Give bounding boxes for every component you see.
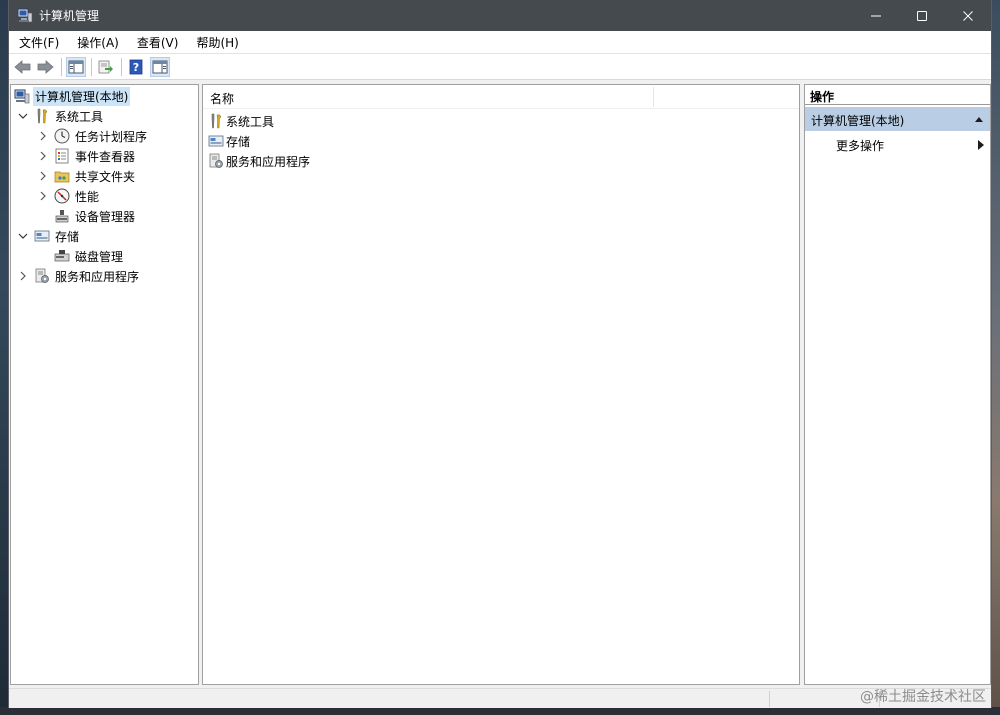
tools-icon <box>37 108 48 124</box>
back-button[interactable] <box>13 57 33 77</box>
chevron-right-icon[interactable] <box>36 189 50 203</box>
shared-folder-icon <box>54 171 70 183</box>
list-item-system-tools[interactable]: 系统工具 <box>208 111 274 131</box>
column-header-row: 名称 <box>203 85 799 109</box>
console-tree-pane[interactable]: 计算机管理(本地) 系统工具 任务计划程序 事件查看器 共享文件夹 性能 设备管… <box>10 84 199 685</box>
tree-item-shared-folders[interactable]: 共享文件夹 <box>36 166 137 186</box>
status-bar <box>9 688 991 708</box>
actions-group-label: 计算机管理(本地) <box>811 114 905 128</box>
forward-icon <box>37 60 54 74</box>
tree-item-root[interactable]: 计算机管理(本地) <box>14 86 131 106</box>
watermark: @稀土掘金技术社区 <box>860 689 986 705</box>
show-hide-action-pane-icon <box>152 60 168 74</box>
show-hide-tree-icon <box>68 60 84 74</box>
tree-item-event-viewer[interactable]: 事件查看器 <box>36 146 137 166</box>
window-title: 计算机管理 <box>39 9 100 23</box>
tree-item-performance[interactable]: 性能 <box>36 186 101 206</box>
list-item-label: 存储 <box>226 134 251 149</box>
computer-management-window: 计算机管理 文件(F) 操作(A) 查看(V) 帮助(H) ? 计算机管理(本地… <box>8 0 992 708</box>
show-hide-action-pane-button[interactable] <box>150 57 170 77</box>
results-pane[interactable]: 名称 系统工具 存储 服务和应用程序 <box>202 84 800 685</box>
export-list-icon <box>98 60 113 74</box>
chevron-right-icon[interactable] <box>36 169 50 183</box>
tree-item-label: 性能 <box>75 189 100 204</box>
tree-item-root-label: 计算机管理(本地) <box>33 86 131 106</box>
collapse-up-icon[interactable] <box>974 115 984 123</box>
tree-item-task-scheduler[interactable]: 任务计划程序 <box>36 126 149 146</box>
more-actions-item[interactable]: 更多操作 <box>805 133 990 155</box>
toolbar-separator <box>121 58 122 76</box>
list-item-label: 服务和应用程序 <box>226 154 311 169</box>
help-button[interactable]: ? <box>126 57 146 77</box>
computer-management-app-icon <box>17 8 33 23</box>
toolbar-separator <box>61 58 62 76</box>
no-expander <box>36 249 50 263</box>
device-manager-icon <box>55 210 69 223</box>
chevron-right-icon[interactable] <box>36 149 50 163</box>
maximize-button[interactable] <box>899 0 945 31</box>
minimize-button[interactable] <box>853 0 899 31</box>
column-header-name[interactable]: 名称 <box>210 90 234 107</box>
desktop-background-bottom <box>0 707 1000 715</box>
tree-item-label: 设备管理器 <box>75 209 136 224</box>
no-expander <box>36 209 50 223</box>
event-viewer-icon <box>55 148 69 164</box>
menu-bar: 文件(F) 操作(A) 查看(V) 帮助(H) <box>9 31 991 54</box>
clock-icon <box>54 128 70 144</box>
chevron-down-icon[interactable] <box>16 109 30 123</box>
chevron-right-icon[interactable] <box>16 269 30 283</box>
close-icon <box>963 10 973 21</box>
list-item-storage[interactable]: 存储 <box>208 131 250 151</box>
menu-help[interactable]: 帮助(H) <box>192 34 242 51</box>
storage-icon <box>208 135 224 147</box>
menu-view[interactable]: 查看(V) <box>133 34 183 51</box>
forward-button[interactable] <box>35 57 55 77</box>
toolbar: ? <box>9 54 991 80</box>
tree-item-label: 任务计划程序 <box>75 129 148 144</box>
services-applications-icon <box>35 268 49 283</box>
close-button[interactable] <box>945 0 991 31</box>
back-icon <box>14 60 31 74</box>
title-bar[interactable]: 计算机管理 <box>9 0 991 31</box>
tree-item-system-tools[interactable]: 系统工具 <box>16 106 105 126</box>
minimize-icon <box>871 15 881 16</box>
chevron-right-icon[interactable] <box>36 129 50 143</box>
tree-item-disk-management[interactable]: 磁盘管理 <box>36 246 125 266</box>
list-item-services-applications[interactable]: 服务和应用程序 <box>208 151 310 171</box>
tree-item-storage[interactable]: 存储 <box>16 226 81 246</box>
performance-icon <box>54 188 70 204</box>
disk-management-icon <box>54 250 70 262</box>
actions-header: 操作 <box>805 85 990 105</box>
tree-item-services-applications[interactable]: 服务和应用程序 <box>16 266 141 286</box>
help-icon: ? <box>129 59 143 75</box>
computer-management-icon <box>14 89 30 104</box>
tools-icon <box>211 113 222 129</box>
services-applications-icon <box>209 153 223 168</box>
storage-icon <box>34 230 50 242</box>
toolbar-separator <box>91 58 92 76</box>
actions-group-computer-management[interactable]: 计算机管理(本地) <box>805 107 990 131</box>
tree-item-label: 磁盘管理 <box>75 249 124 264</box>
svg-text:?: ? <box>133 61 139 74</box>
chevron-down-icon[interactable] <box>16 229 30 243</box>
tree-item-label: 系统工具 <box>55 109 104 124</box>
status-bar-separator <box>769 691 770 707</box>
list-item-label: 系统工具 <box>226 114 275 129</box>
column-divider[interactable] <box>653 87 654 107</box>
tree-item-label: 存储 <box>55 229 80 244</box>
tree-item-label: 共享文件夹 <box>75 169 136 184</box>
tree-item-label: 事件查看器 <box>75 149 136 164</box>
show-hide-tree-button[interactable] <box>66 57 86 77</box>
more-actions-label: 更多操作 <box>836 139 885 153</box>
export-list-button[interactable] <box>96 57 116 77</box>
tree-item-device-manager[interactable]: 设备管理器 <box>36 206 137 226</box>
menu-action[interactable]: 操作(A) <box>73 34 123 51</box>
actions-pane[interactable]: 操作 计算机管理(本地) 更多操作 <box>804 84 991 685</box>
menu-file[interactable]: 文件(F) <box>15 34 63 51</box>
tree-item-label: 服务和应用程序 <box>55 269 140 284</box>
submenu-arrow-icon <box>978 140 984 150</box>
maximize-icon <box>917 10 927 21</box>
